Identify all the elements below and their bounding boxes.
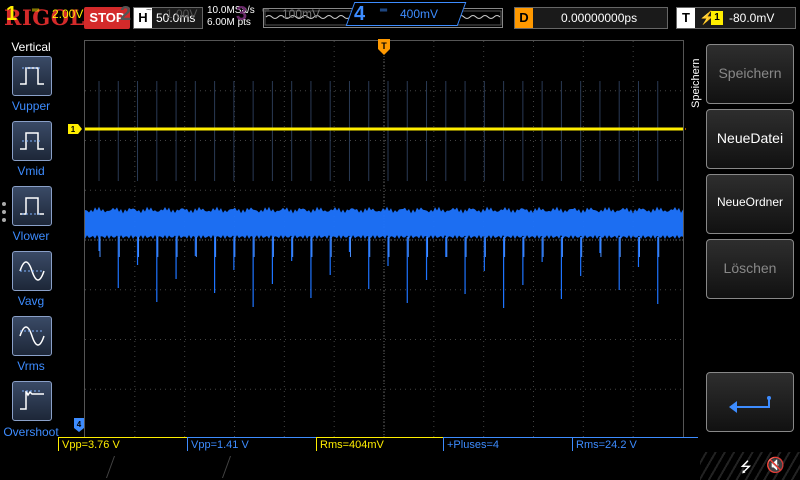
neue-datei-label: NeueDatei (716, 130, 784, 146)
trigger-level: -80.0mV (729, 11, 775, 25)
measurement-item[interactable]: Vpp=1.41 V (187, 437, 317, 451)
back-button[interactable] (706, 372, 794, 432)
trigger-position-label: T (381, 41, 387, 51)
usb-icon: ⭍ (740, 459, 752, 475)
ch4-waveform-band (85, 206, 683, 239)
vlower-button[interactable] (12, 186, 52, 226)
ch1-offset-marker-icon[interactable]: 1 (68, 124, 82, 134)
channel-1-indicator[interactable]: 1 ═ 2.00V (2, 2, 112, 26)
trigger-label: T (677, 8, 695, 28)
channel-4-coupling-icon: ═ (380, 5, 388, 16)
measurement-item[interactable]: Rms=24.2 V (572, 437, 698, 451)
trigger-position-marker-icon[interactable]: T (378, 39, 390, 55)
vrms-button[interactable] (12, 316, 52, 356)
delay-label: D (515, 8, 533, 28)
vmid-button[interactable] (12, 121, 52, 161)
measurement-results-bar: Vpp=3.76 V Vpp=1.41 V Rms=404mV +Pluses=… (58, 437, 698, 452)
channel-2-indicator[interactable]: 2 ~ 1.00V (116, 2, 226, 26)
measurement-item[interactable]: Rms=404mV (316, 437, 444, 451)
delay-value: 0.00000000ps (561, 11, 638, 25)
trigger-readout[interactable]: T ⚡ 1 -80.0mV (676, 7, 796, 29)
delay-readout[interactable]: D 0.00000000ps (514, 7, 668, 29)
vupper-icon (20, 67, 44, 85)
vmid-label: Vmid (17, 164, 45, 178)
ch1-marker-label: 1 (71, 125, 76, 134)
page-dot (2, 218, 6, 222)
measurement-item[interactable]: Vpp=3.76 V (58, 437, 188, 451)
ch4-offset-marker-icon[interactable]: 4 (74, 418, 84, 432)
neue-ordner-label: NeueOrdner (716, 195, 784, 209)
channel-1-coupling-icon: ═ (32, 5, 40, 16)
speichern-button[interactable]: Speichern (706, 44, 794, 104)
vavg-button[interactable] (12, 251, 52, 291)
vmid-icon (20, 132, 44, 150)
channel-2-scale: 1.00V (166, 7, 198, 21)
vrms-icon (19, 326, 45, 346)
speichern-label: Speichern (718, 65, 782, 81)
channel-4-indicator[interactable]: 4 ═ 400mV (345, 2, 467, 26)
waveform-display[interactable] (84, 40, 684, 440)
return-arrow-icon (729, 396, 771, 413)
menu-title-text: Speichern (690, 58, 702, 108)
vlower-label: Vlower (12, 229, 50, 243)
channel-3-indicator[interactable]: 3 ═ 100mV (232, 2, 342, 26)
channel-1-scale: 2.00V (52, 7, 84, 21)
measurement-item[interactable]: +Pluses=4 (443, 437, 573, 451)
neue-datei-button[interactable]: NeueDatei (706, 109, 794, 169)
channel-2-coupling-icon: ~ (146, 5, 152, 16)
overshoot-label: Overshoot (3, 425, 59, 439)
page-dot (2, 210, 6, 214)
loeschen-button[interactable]: Löschen (706, 239, 794, 299)
vlower-icon (20, 197, 44, 215)
speaker-muted-icon[interactable]: 🔇 (766, 456, 785, 474)
vupper-label: Vupper (11, 99, 51, 113)
menu-title: Speichern (690, 50, 704, 110)
vavg-label: Vavg (17, 294, 45, 308)
channel-1-number: 1 (6, 3, 18, 25)
trigger-source: 1 (711, 11, 723, 25)
channel-3-coupling-icon: ═ (262, 5, 270, 16)
channel-3-number: 3 (236, 3, 248, 25)
channel-3-scale: 100mV (282, 7, 321, 21)
ch4-marker-label: 4 (77, 420, 82, 429)
channel-2-number: 2 (120, 3, 132, 25)
channel-4-number: 4 (354, 3, 366, 25)
neue-ordner-button[interactable]: NeueOrdner (706, 174, 794, 234)
sidebar-title: Vertical (11, 40, 51, 54)
waveform-grid (85, 41, 683, 439)
page-dot (2, 202, 6, 206)
loeschen-label: Löschen (723, 260, 777, 276)
vavg-icon (19, 261, 45, 281)
vrms-label: Vrms (17, 359, 45, 373)
overshoot-button[interactable] (12, 381, 52, 421)
overshoot-icon (20, 390, 44, 410)
channel-4-scale: 400mV (400, 7, 439, 21)
vupper-button[interactable] (12, 56, 52, 96)
